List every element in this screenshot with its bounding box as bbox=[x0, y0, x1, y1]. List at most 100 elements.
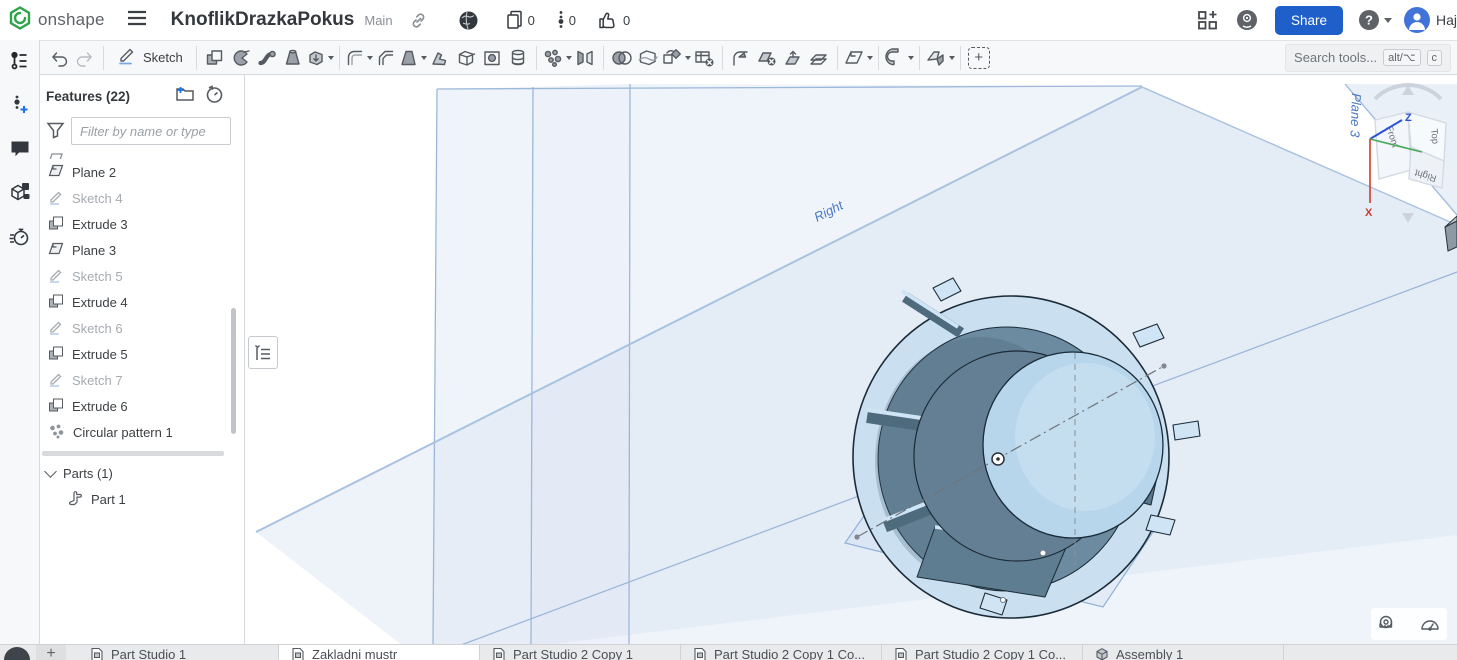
mirror-tool[interactable] bbox=[572, 44, 598, 72]
part-studio-tab-icon bbox=[90, 647, 104, 660]
undo-button[interactable] bbox=[46, 44, 72, 72]
feature-row-extrude4[interactable]: Extrude 4 bbox=[40, 289, 244, 315]
shell-tool[interactable] bbox=[453, 44, 479, 72]
tab-part-studio-2-copy-1-co-a[interactable]: Part Studio 2 Copy 1 Co... bbox=[681, 645, 882, 660]
pattern-tool[interactable] bbox=[542, 44, 572, 72]
avatar[interactable] bbox=[1403, 7, 1430, 33]
feature-list-panel-icon[interactable] bbox=[7, 48, 33, 74]
parts-section-header[interactable]: Parts (1) bbox=[40, 460, 244, 486]
delete-face-tool[interactable] bbox=[754, 44, 780, 72]
move-face-tool[interactable] bbox=[780, 44, 806, 72]
document-title[interactable]: KnoflikDrazkaPokus bbox=[171, 9, 355, 31]
reference-manager-icon[interactable]: ? bbox=[7, 180, 33, 206]
parts-section-label: Parts (1) bbox=[63, 465, 113, 481]
curve-tool[interactable] bbox=[884, 44, 914, 72]
mass-properties-icon[interactable] bbox=[1417, 610, 1443, 638]
feature-list-scrollbar[interactable] bbox=[231, 308, 236, 434]
workspace-name[interactable]: Main bbox=[364, 13, 392, 28]
tab-assembly-1[interactable]: Assembly 1 bbox=[1083, 645, 1284, 660]
tab-part-studio-2-copy-1[interactable]: Part Studio 2 Copy 1 bbox=[480, 645, 681, 660]
features-panel-title: Features (22) bbox=[46, 88, 131, 104]
share-button[interactable]: Share bbox=[1274, 5, 1343, 35]
modify-fillet-tool[interactable] bbox=[728, 44, 754, 72]
extrude-feature-icon bbox=[48, 397, 64, 416]
fillet-tool[interactable] bbox=[345, 44, 373, 72]
history-icon[interactable] bbox=[7, 224, 33, 250]
public-globe-icon[interactable] bbox=[458, 10, 479, 31]
circular-pattern-feature-icon bbox=[48, 423, 65, 442]
extrude-tool[interactable] bbox=[202, 44, 228, 72]
transform-tool[interactable] bbox=[661, 44, 691, 72]
split-tool[interactable] bbox=[635, 44, 661, 72]
part-row-part1[interactable]: Part 1 bbox=[40, 486, 244, 512]
feature-label: Extrude 5 bbox=[72, 346, 128, 362]
toolbar-separator bbox=[836, 45, 838, 70]
draft-tool[interactable] bbox=[399, 44, 427, 72]
dropdown-caret-icon bbox=[907, 55, 914, 60]
chamfer-tool[interactable] bbox=[373, 44, 399, 72]
activity-icon[interactable] bbox=[557, 10, 565, 30]
tape-measure-icon[interactable] bbox=[1375, 610, 1401, 638]
app-store-icon[interactable] bbox=[1197, 9, 1219, 31]
insert-new-item-button[interactable]: + bbox=[966, 44, 992, 72]
filter-input[interactable] bbox=[71, 117, 231, 145]
onshape-logo[interactable]: onshape bbox=[0, 5, 105, 35]
filter-funnel-icon[interactable] bbox=[46, 121, 65, 142]
parts-splitter-handle[interactable] bbox=[42, 451, 224, 456]
boolean-tool[interactable] bbox=[609, 44, 635, 72]
search-tools[interactable]: Search tools... alt/⌥ c bbox=[1285, 43, 1451, 72]
main-menu-icon[interactable] bbox=[127, 10, 147, 31]
comments-icon[interactable] bbox=[7, 136, 33, 162]
surface-tool[interactable] bbox=[925, 44, 955, 72]
help-messenger-button[interactable] bbox=[4, 647, 30, 660]
plane-tool[interactable] bbox=[843, 44, 873, 72]
feature-row-sketch6[interactable]: Sketch 6 bbox=[40, 315, 244, 341]
tab-part-studio-2-copy-1-co-b[interactable]: Part Studio 2 Copy 1 Co... bbox=[882, 645, 1083, 660]
dropdown-caret-icon bbox=[565, 55, 572, 60]
learning-center-icon[interactable] bbox=[1235, 8, 1259, 32]
rib-tool[interactable] bbox=[427, 44, 453, 72]
loft-tool[interactable] bbox=[280, 44, 306, 72]
feature-row-extrude6[interactable]: Extrude 6 bbox=[40, 393, 244, 419]
link-icon[interactable] bbox=[409, 11, 428, 30]
feature-row-extrude3[interactable]: Extrude 3 bbox=[40, 211, 244, 237]
graphics-viewport[interactable]: Plane 1 Right Plane 3 bbox=[245, 75, 1457, 644]
toolbar-separator bbox=[103, 45, 104, 70]
feature-dialog-flyout-button[interactable] bbox=[248, 336, 278, 369]
redo-button[interactable] bbox=[72, 44, 98, 72]
rollback-history-icon[interactable] bbox=[205, 85, 224, 107]
sketch-button[interactable]: Sketch bbox=[109, 44, 191, 72]
model-canvas[interactable]: Plane 1 Right Plane 3 bbox=[245, 75, 1457, 644]
hole-tool[interactable] bbox=[479, 44, 505, 72]
tab-part-studio-1[interactable]: Part Studio 1 bbox=[78, 645, 279, 660]
delete-part-tool[interactable] bbox=[691, 44, 717, 72]
like-icon[interactable] bbox=[598, 10, 619, 30]
offset-surface-tool[interactable] bbox=[806, 44, 832, 72]
tab-zakladni-mustr[interactable]: Zakladni mustr bbox=[279, 645, 480, 660]
help-menu[interactable]: ? bbox=[1357, 8, 1392, 32]
toolbar-separator bbox=[338, 45, 340, 70]
feature-row-plane2[interactable]: Plane 2 bbox=[40, 159, 244, 185]
plane3-label[interactable]: Plane 3 bbox=[1347, 93, 1364, 138]
feature-row-extrude5[interactable]: Extrude 5 bbox=[40, 341, 244, 367]
new-tab-button[interactable]: + bbox=[36, 645, 66, 660]
follow-mode-icon[interactable] bbox=[7, 92, 33, 118]
plane-feature-icon bbox=[48, 163, 64, 181]
tab-label: Zakladni mustr bbox=[312, 647, 398, 660]
part-studio-tab-icon bbox=[492, 647, 506, 660]
feature-row-sketch5[interactable]: Sketch 5 bbox=[40, 263, 244, 289]
feature-row-circular-pattern1[interactable]: Circular pattern 1 bbox=[40, 419, 244, 445]
feature-row-sketch4[interactable]: Sketch 4 bbox=[40, 185, 244, 211]
thicken-tool[interactable] bbox=[306, 44, 334, 72]
new-folder-icon[interactable] bbox=[175, 85, 195, 107]
extrude-feature-icon bbox=[48, 345, 64, 364]
feature-row-plane3[interactable]: Plane 3 bbox=[40, 237, 244, 263]
revolve-tool[interactable] bbox=[228, 44, 254, 72]
construction-planes[interactable]: Plane 1 Right Plane 3 bbox=[255, 83, 1457, 644]
dropdown-caret-icon bbox=[866, 55, 873, 60]
copy-workspace-icon[interactable] bbox=[505, 10, 524, 30]
sweep-tool[interactable] bbox=[254, 44, 280, 72]
cylinder-tool[interactable] bbox=[505, 44, 531, 72]
toolbar-separator bbox=[959, 45, 961, 70]
feature-row-sketch7[interactable]: Sketch 7 bbox=[40, 367, 244, 393]
